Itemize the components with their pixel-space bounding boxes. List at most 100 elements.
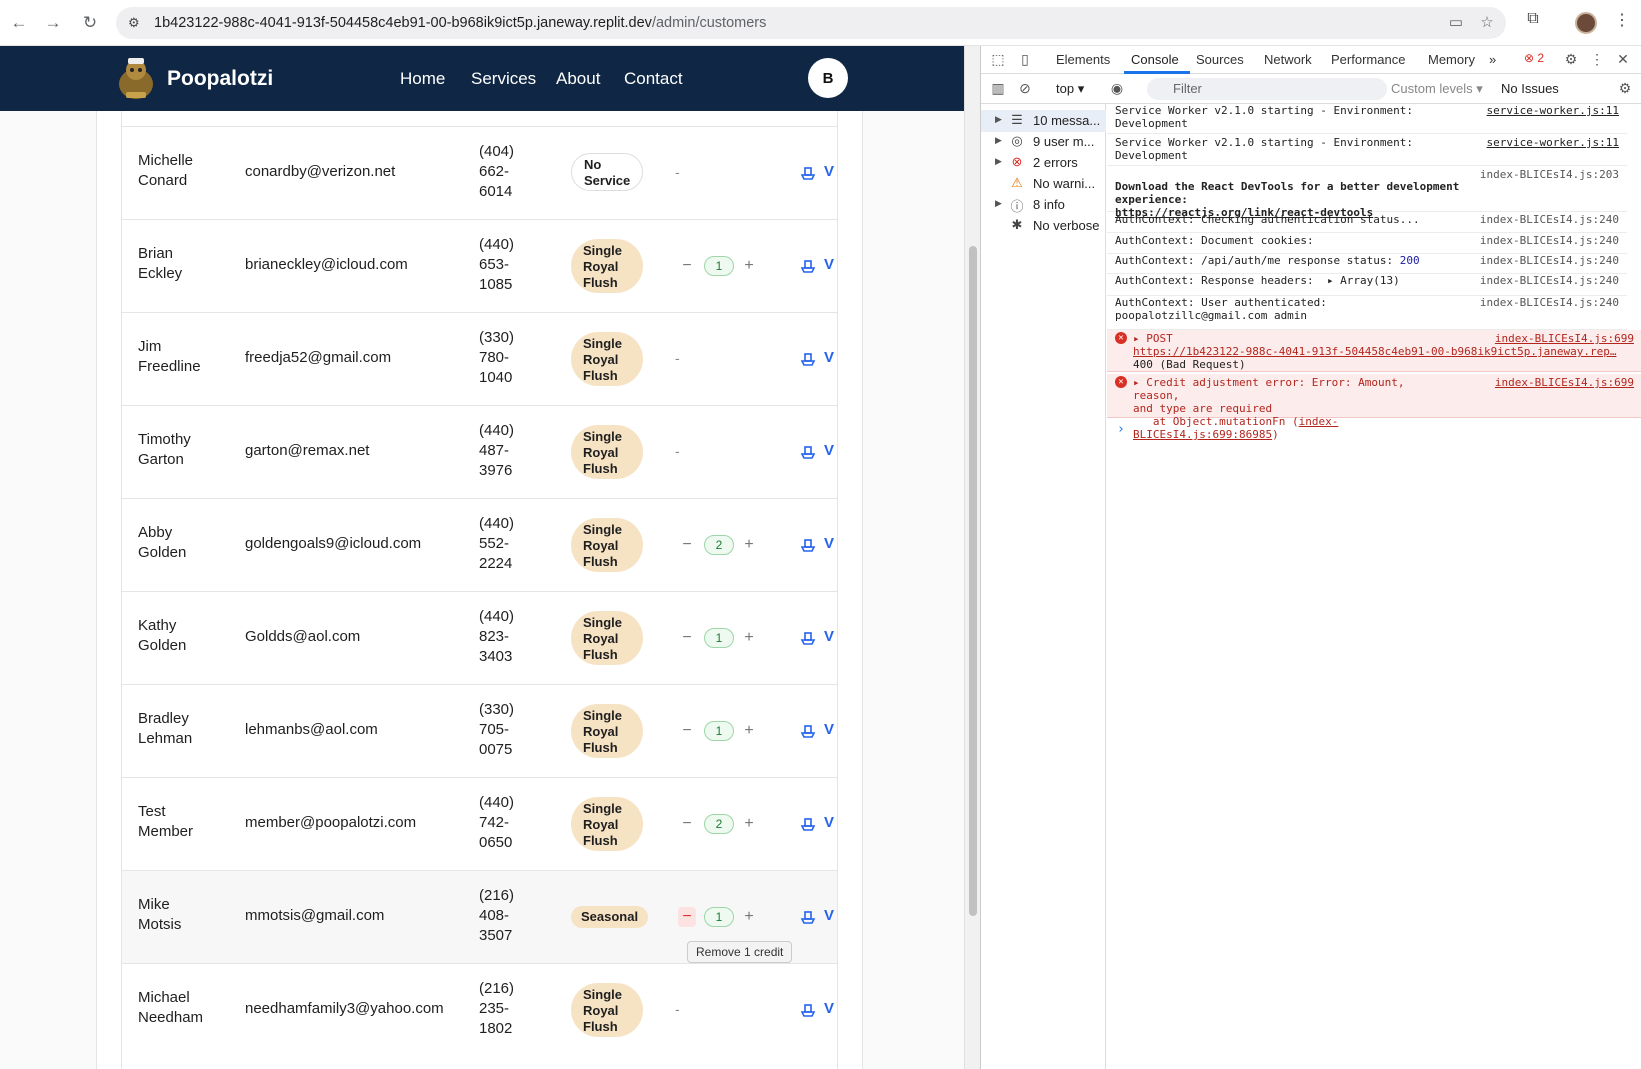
console-settings-icon[interactable]: ⚙	[1616, 80, 1634, 98]
close-icon[interactable]: ✕	[1614, 51, 1632, 69]
log-source-link[interactable]: service-worker.js:11	[1487, 136, 1619, 149]
devtools-menu-icon[interactable]: ⋮	[1588, 51, 1606, 69]
tab-network[interactable]: Network	[1264, 52, 1312, 67]
back-icon[interactable]: ←	[6, 10, 32, 36]
site-settings-icon[interactable]: ⚙	[128, 15, 144, 31]
page-scrollbar[interactable]	[964, 46, 980, 1069]
boat-icon[interactable]	[799, 350, 817, 368]
logo[interactable]	[116, 54, 156, 102]
bookmark-star-icon[interactable]: ☆	[1477, 13, 1497, 33]
console-filter-bug[interactable]: ✱ No verbose	[981, 215, 1106, 237]
table-row[interactable]: Kathy Golden Goldds@aol.com (440) 823- 3403 Si…	[122, 591, 837, 684]
profile-avatar[interactable]	[1575, 12, 1597, 34]
tab-console[interactable]: Console	[1131, 52, 1179, 67]
boat-icon[interactable]	[799, 536, 817, 554]
remove-credit-button[interactable]: −	[678, 907, 696, 927]
log-source-link[interactable]: index-BLICEsI4.js:240	[1480, 213, 1619, 226]
array-expander[interactable]: ▸ Array(13)	[1327, 274, 1400, 287]
live-expression-icon[interactable]: ◉	[1108, 80, 1126, 98]
boat-icon[interactable]	[799, 443, 817, 461]
console-filter-info[interactable]: ▶ ⓘ 8 info	[981, 194, 1106, 216]
brand-name[interactable]: Poopalotzi	[167, 67, 273, 91]
nav-services[interactable]: Services	[471, 69, 536, 89]
view-link[interactable]: V	[824, 721, 834, 738]
remove-credit-button[interactable]: −	[678, 256, 696, 276]
request-url-link[interactable]: https://1b423122-988c-4041-913f-504458c4…	[1133, 345, 1616, 358]
log-levels-select[interactable]: Custom levels ▾	[1391, 81, 1483, 97]
nav-home[interactable]: Home	[400, 69, 445, 89]
table-row[interactable]: Jim Freedline freedja52@gmail.com (330) 780-…	[122, 312, 837, 405]
view-link[interactable]: V	[824, 256, 834, 273]
boat-icon[interactable]	[799, 257, 817, 275]
console-prompt[interactable]: ›	[1117, 422, 1125, 437]
boat-icon[interactable]	[799, 1001, 817, 1019]
address-bar[interactable]: ⚙ 1b423122-988c-4041-913f-504458c4eb91-0…	[116, 7, 1506, 39]
add-credit-button[interactable]: +	[741, 907, 757, 927]
user-avatar[interactable]: B	[808, 58, 848, 98]
log-source-link[interactable]: index-BLICEsI4.js:699	[1495, 376, 1634, 389]
tab-sources[interactable]: Sources	[1196, 52, 1244, 67]
nav-contact[interactable]: Contact	[624, 69, 683, 89]
table-row[interactable]: Timothy Garton garton@remax.net (440) 487- 39…	[122, 405, 837, 498]
install-icon[interactable]: ▭	[1446, 13, 1466, 33]
view-link[interactable]: V	[824, 349, 834, 366]
add-credit-button[interactable]: +	[741, 256, 757, 276]
browser-menu-icon[interactable]: ⋮	[1609, 10, 1635, 36]
issues-indicator[interactable]: No Issues	[1501, 81, 1559, 96]
more-tabs-icon[interactable]: »	[1489, 52, 1496, 67]
view-link[interactable]: V	[824, 628, 834, 645]
expand-caret-icon[interactable]: ▶	[995, 156, 1002, 167]
boat-icon[interactable]	[799, 908, 817, 926]
log-source-link[interactable]: index-BLICEsI4.js:240	[1480, 234, 1619, 247]
tab-search-icon[interactable]: ⧉	[1520, 10, 1546, 36]
expand-caret-icon[interactable]: ▶	[995, 135, 1002, 146]
scrollbar-thumb[interactable]	[969, 246, 977, 916]
table-row[interactable]: Brian Eckley brianeckley@icloud.com (440) 65…	[122, 219, 837, 312]
table-row[interactable]: Michelle Conard conardby@verizon.net (404) 6…	[122, 126, 837, 219]
console-filter-error[interactable]: ▶ ⊗ 2 errors	[981, 152, 1106, 174]
boat-icon[interactable]	[799, 722, 817, 740]
expand-caret-icon[interactable]: ▶	[995, 114, 1002, 125]
log-source-link[interactable]: index-BLICEsI4.js:240	[1480, 274, 1619, 287]
table-row[interactable]: Test Member member@poopalotzi.com (440) 742-…	[122, 777, 837, 870]
table-row[interactable]: Michael Needham needhamfamily3@yahoo.com (2…	[122, 963, 837, 1056]
view-link[interactable]: V	[824, 814, 834, 831]
log-source-link[interactable]: index-BLICEsI4.js:203	[1480, 168, 1619, 181]
console-filter-warning[interactable]: ⚠ No warni...	[981, 173, 1106, 195]
settings-icon[interactable]: ⚙	[1562, 51, 1580, 69]
remove-credit-button[interactable]: −	[678, 721, 696, 741]
view-link[interactable]: V	[824, 535, 834, 552]
log-source-link[interactable]: service-worker.js:11	[1487, 104, 1619, 117]
reload-icon[interactable]: ↻	[77, 10, 103, 36]
nav-about[interactable]: About	[556, 69, 600, 89]
log-source-link[interactable]: index-BLICEsI4.js:240	[1480, 296, 1619, 309]
view-link[interactable]: V	[824, 1000, 834, 1017]
add-credit-button[interactable]: +	[741, 535, 757, 555]
filter-input[interactable]: Filter	[1147, 78, 1387, 100]
tab-performance[interactable]: Performance	[1331, 52, 1405, 67]
view-link[interactable]: V	[824, 442, 834, 459]
console-filter-user[interactable]: ▶ ◎ 9 user m...	[981, 131, 1106, 153]
add-credit-button[interactable]: +	[741, 628, 757, 648]
view-link[interactable]: V	[824, 163, 834, 180]
console-error[interactable]: ✕ ▸ Credit adjustment error: Error: Amou…	[1107, 374, 1641, 441]
remove-credit-button[interactable]: −	[678, 814, 696, 834]
sidebar-toggle-icon[interactable]: ▥	[989, 80, 1007, 98]
console-error[interactable]: ✕ ▸ POST https://1b423122-988c-4041-913f…	[1107, 330, 1641, 372]
console-filter-list[interactable]: ▶ ☰ 10 messa...	[981, 110, 1106, 132]
inspect-icon[interactable]: ⬚	[989, 51, 1007, 69]
add-credit-button[interactable]: +	[741, 721, 757, 741]
clear-console-icon[interactable]: ⊘	[1016, 80, 1034, 98]
view-link[interactable]: V	[824, 907, 834, 924]
tab-memory[interactable]: Memory	[1428, 52, 1475, 67]
forward-icon[interactable]: →	[40, 10, 66, 36]
boat-icon[interactable]	[799, 164, 817, 182]
device-toggle-icon[interactable]: ▯	[1016, 51, 1034, 69]
add-credit-button[interactable]: +	[741, 814, 757, 834]
tab-elements[interactable]: Elements	[1056, 52, 1110, 67]
remove-credit-button[interactable]: −	[678, 628, 696, 648]
log-source-link[interactable]: index-BLICEsI4.js:699	[1495, 332, 1634, 345]
remove-credit-button[interactable]: −	[678, 535, 696, 555]
context-select[interactable]: top ▾	[1056, 81, 1084, 97]
table-row[interactable]	[122, 111, 837, 126]
